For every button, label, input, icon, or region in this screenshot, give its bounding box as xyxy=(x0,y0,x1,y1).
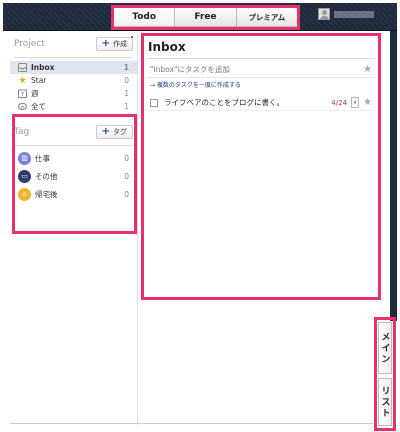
sidebar-item-label: Inbox xyxy=(31,63,55,72)
task-due-date: 4/24 xyxy=(331,98,348,107)
task-checkbox[interactable] xyxy=(150,98,158,107)
tag-item-label: 仕事 xyxy=(35,153,50,163)
tag-item-work[interactable]: ▥ 仕事 0 xyxy=(10,149,137,167)
tag-item-label: 帰宅後 xyxy=(35,189,58,199)
plus-icon: + xyxy=(101,38,110,49)
task-menu-icon[interactable]: ▾ xyxy=(351,97,360,108)
bulk-create-link[interactable]: → 複数のタスクを一度に作成する xyxy=(144,78,378,91)
sidebar-item-label: 週 xyxy=(31,89,39,98)
add-project-button[interactable]: + 作成 xyxy=(95,37,133,51)
avatar[interactable] xyxy=(318,8,330,20)
sidebar-item-all[interactable]: ∞ 全て 1 xyxy=(10,100,137,113)
scrollbar[interactable] xyxy=(131,36,133,38)
tag-item-after-home[interactable]: ⌂ 帰宅後 0 xyxy=(10,185,137,203)
tag-item-count: 0 xyxy=(124,171,129,181)
vtab-list-label: リスト xyxy=(379,385,390,419)
monitor-icon: ▭ xyxy=(18,169,31,183)
home-icon: ⌂ xyxy=(18,187,31,201)
page-title: Inbox xyxy=(148,40,186,54)
divider xyxy=(14,145,133,146)
building-icon: ▥ xyxy=(18,151,31,165)
sidebar: Project + 作成 Inbox 1 ★ Star 0 7 週 1 ∞ 全て… xyxy=(10,31,138,425)
calendar-icon: 7 xyxy=(18,89,27,98)
app-window: Todo Free プレミアム Project + 作成 Inbox 1 ★ S… xyxy=(0,0,400,432)
svg-text:∞: ∞ xyxy=(20,105,24,111)
vertical-tabs: メイン リスト xyxy=(375,318,395,431)
divider xyxy=(14,57,133,58)
inbox-icon xyxy=(18,63,27,72)
sidebar-item-inbox[interactable]: Inbox 1 xyxy=(10,61,137,74)
mode-tabs: Todo Free プレミアム xyxy=(113,7,298,27)
tag-section-title: Tag xyxy=(14,127,30,137)
add-project-label: 作成 xyxy=(113,40,127,48)
tag-item-count: 0 xyxy=(124,153,129,163)
divider xyxy=(10,423,375,424)
vtab-list[interactable]: リスト xyxy=(378,378,392,426)
sidebar-item-label: Star xyxy=(31,76,47,85)
tag-item-label: その他 xyxy=(35,171,58,181)
add-task-input[interactable] xyxy=(150,65,364,74)
sidebar-item-count: 1 xyxy=(123,63,129,72)
svg-text:7: 7 xyxy=(21,92,24,98)
sidebar-item-label: 全て xyxy=(31,102,46,111)
task-text[interactable]: ライフベアのことをブログに書く。 xyxy=(164,97,331,108)
sidebar-item-count: 1 xyxy=(124,102,129,111)
vtab-main[interactable]: メイン xyxy=(378,322,392,374)
star-toggle-icon[interactable]: ★ xyxy=(363,64,372,75)
vtab-main-label: メイン xyxy=(379,331,390,365)
main-panel: Inbox ★ → 複数のタスクを一度に作成する ライフベアのことをブログに書く… xyxy=(144,36,378,298)
add-task-row: ★ xyxy=(147,62,375,78)
divider xyxy=(147,58,375,59)
user-menu[interactable] xyxy=(318,8,374,20)
tab-premium[interactable]: プレミアム xyxy=(236,8,297,26)
infinity-icon: ∞ xyxy=(18,102,27,111)
star-icon: ★ xyxy=(18,75,27,86)
tag-item-other[interactable]: ▭ その他 0 xyxy=(10,167,137,185)
sidebar-item-count: 1 xyxy=(124,89,129,98)
tab-todo[interactable]: Todo xyxy=(114,8,176,26)
add-tag-button[interactable]: + タグ xyxy=(95,125,133,139)
username-blurred xyxy=(334,10,374,18)
project-section-header: Project + 作成 xyxy=(10,33,137,55)
task-row[interactable]: ライフベアのことをブログに書く。 4/24 ▾ ★ xyxy=(147,95,375,111)
task-star-icon[interactable]: ★ xyxy=(363,97,372,108)
sidebar-item-count: 0 xyxy=(124,76,129,85)
plus-icon: + xyxy=(101,126,110,137)
sidebar-item-week[interactable]: 7 週 1 xyxy=(10,87,137,100)
tag-item-count: 0 xyxy=(124,189,129,199)
project-section-title: Project xyxy=(14,39,45,49)
sidebar-item-star[interactable]: ★ Star 0 xyxy=(10,74,137,87)
add-tag-label: タグ xyxy=(113,128,127,136)
tab-free[interactable]: Free xyxy=(175,8,237,26)
right-edge-panel xyxy=(390,31,397,321)
tag-section-header: Tag + タグ xyxy=(10,121,137,143)
